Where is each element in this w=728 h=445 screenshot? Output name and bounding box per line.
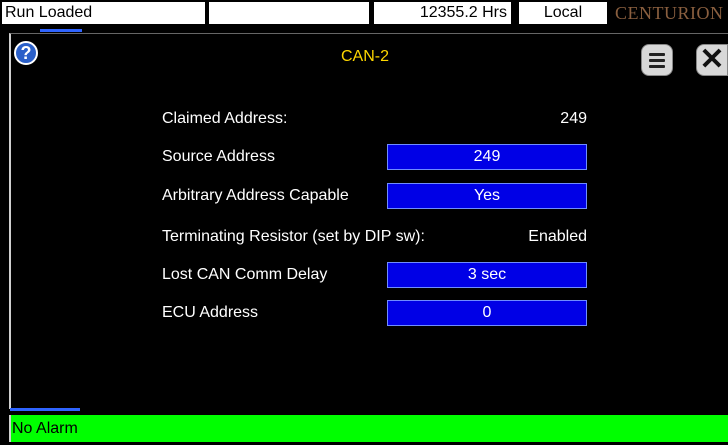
question-icon[interactable]: ? <box>14 41 38 65</box>
arbitrary-address-field[interactable]: Yes <box>387 183 587 209</box>
menu-line <box>649 59 665 62</box>
ecu-address-label: ECU Address <box>162 304 259 321</box>
top-indicator-line <box>40 29 82 32</box>
claimed-address-label: Claimed Address: <box>162 110 288 127</box>
terminating-resistor-label: Terminating Resistor (set by DIP sw): <box>162 228 425 245</box>
status-bar: Run Loaded 12355.2 Hrs Local CENTURION <box>0 0 728 29</box>
hours-counter: 12355.2 Hrs <box>374 2 511 24</box>
run-state: Run Loaded <box>2 2 205 24</box>
lost-can-delay-field[interactable]: 3 sec <box>387 262 587 288</box>
alarm-bar[interactable] <box>9 415 728 442</box>
brand-logo: CENTURION <box>615 3 724 23</box>
control-mode: Local <box>519 2 607 24</box>
terminating-resistor-value: Enabled <box>528 228 587 245</box>
can-dialog <box>9 33 728 409</box>
status-blank-cell <box>209 2 369 24</box>
dialog-title: CAN-2 <box>340 48 389 65</box>
claimed-address-value: 249 <box>560 110 587 127</box>
source-address-field[interactable]: 249 <box>387 144 587 170</box>
bottom-indicator-line <box>10 408 80 411</box>
lost-can-delay-label: Lost CAN Comm Delay <box>162 266 328 283</box>
ecu-address-field[interactable]: 0 <box>387 300 587 326</box>
close-icon[interactable]: ✕ <box>696 44 728 76</box>
alarm-status-text: No Alarm <box>12 420 78 437</box>
menu-line <box>649 53 665 56</box>
source-address-label: Source Address <box>162 148 275 165</box>
arbitrary-address-label: Arbitrary Address Capable <box>162 187 349 204</box>
menu-line <box>649 65 665 68</box>
menu-icon[interactable] <box>641 44 673 76</box>
